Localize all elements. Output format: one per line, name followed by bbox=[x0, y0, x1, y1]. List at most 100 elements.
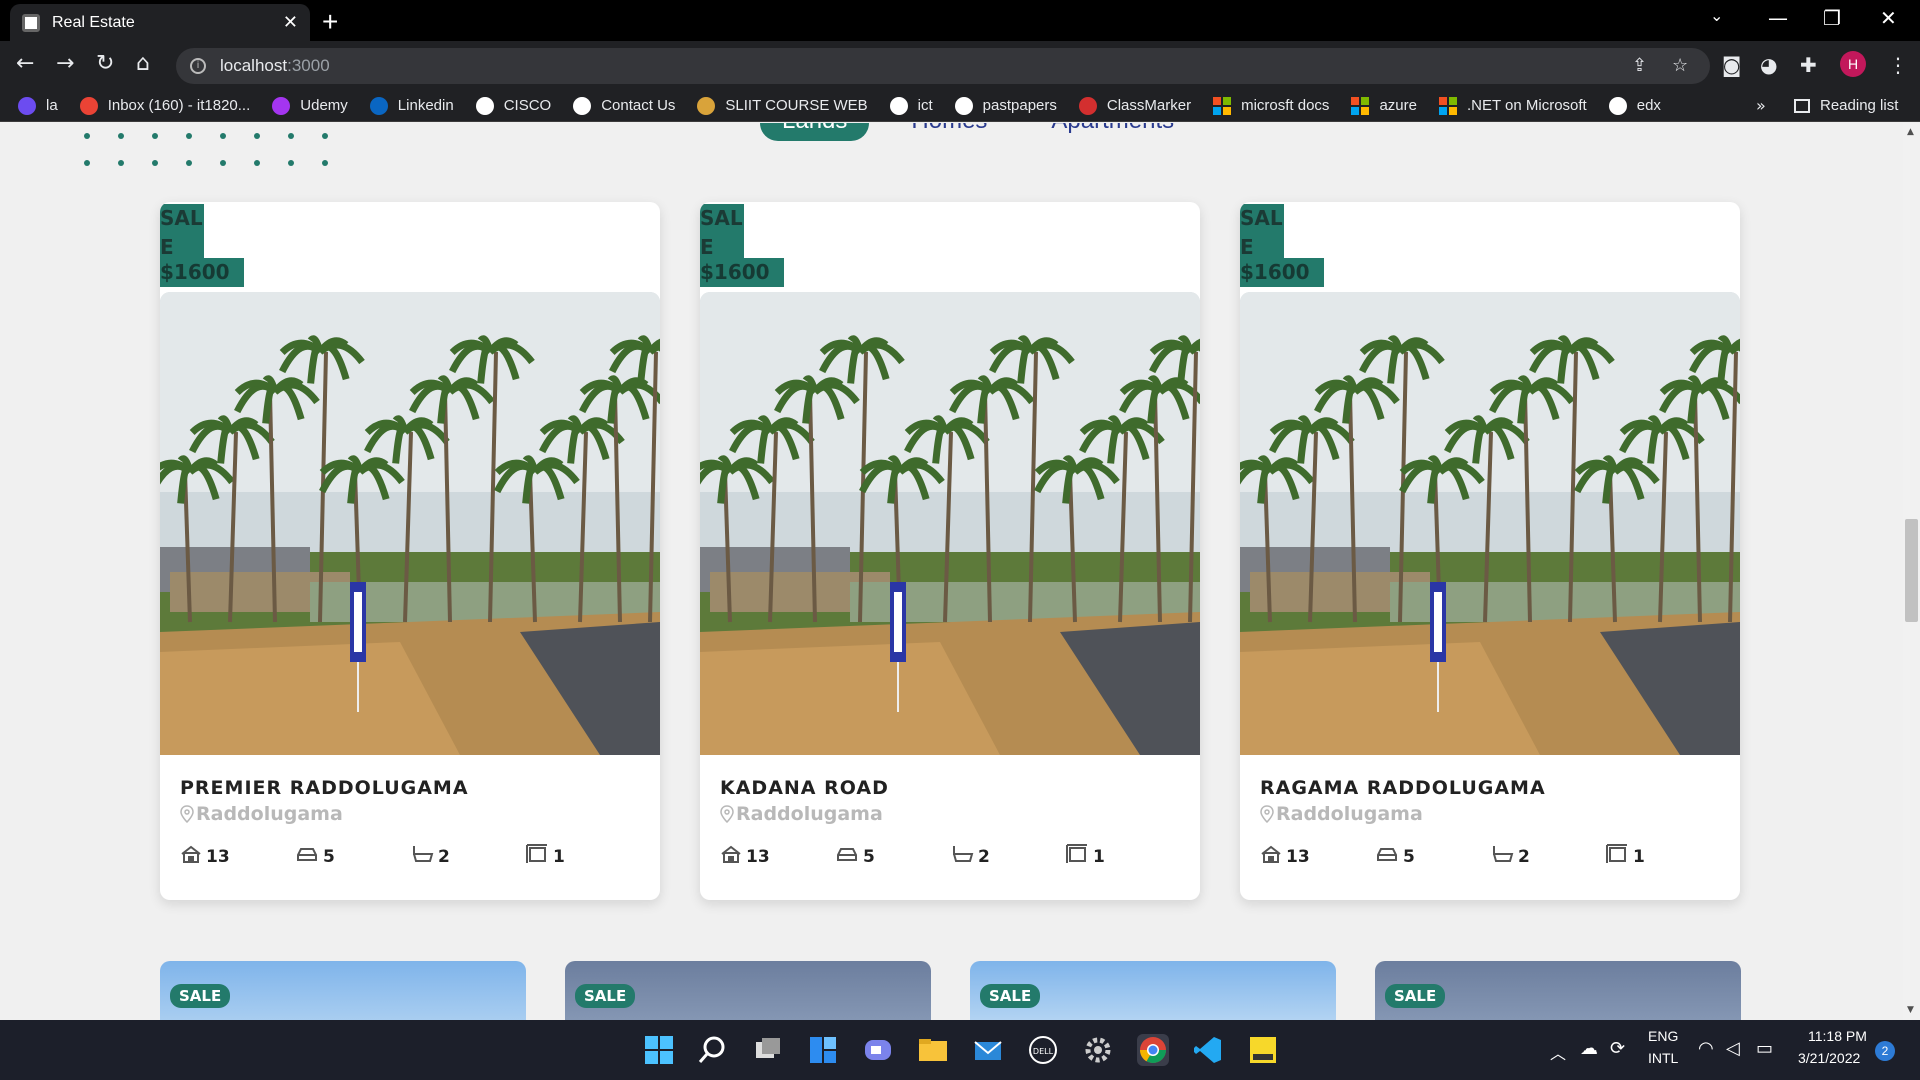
vscode-icon[interactable] bbox=[1192, 1034, 1224, 1066]
property-card-preview[interactable]: SALE bbox=[565, 961, 931, 1020]
decorative-dot bbox=[220, 160, 226, 166]
property-title[interactable]: PREMIER RADDOLUGAMA bbox=[180, 777, 640, 799]
tray-overflow-icon[interactable]: ︿ bbox=[1550, 1040, 1566, 1064]
task-view-icon[interactable] bbox=[752, 1034, 784, 1066]
decorative-dot bbox=[322, 133, 328, 139]
back-icon[interactable]: ← bbox=[16, 51, 34, 76]
close-tab-icon[interactable]: ✕ bbox=[283, 12, 298, 33]
camera-extension-icon[interactable]: ◙ bbox=[1722, 53, 1741, 77]
house-icon bbox=[720, 844, 746, 869]
property-card-preview[interactable]: SALE bbox=[970, 961, 1336, 1020]
chrome-icon[interactable] bbox=[1137, 1034, 1169, 1066]
scroll-up-icon[interactable]: ▲ bbox=[1907, 127, 1914, 137]
bookmark-item[interactable]: edx bbox=[1608, 96, 1661, 115]
area-count: 1 bbox=[1633, 846, 1645, 867]
bookmark-item[interactable]: Contact Us bbox=[573, 96, 676, 115]
scrollbar-thumb[interactable] bbox=[1905, 519, 1918, 622]
new-tab-button[interactable]: + bbox=[322, 6, 338, 38]
clock-date[interactable]: 3/21/2022 bbox=[1798, 1050, 1860, 1066]
close-window-icon[interactable]: ✕ bbox=[1880, 6, 1897, 30]
onedrive-icon[interactable]: ☁ bbox=[1580, 1038, 1598, 1059]
profile-avatar[interactable]: H bbox=[1840, 51, 1866, 77]
bookmark-item[interactable]: la bbox=[18, 96, 58, 115]
property-location: Raddolugama bbox=[1260, 803, 1720, 825]
property-info: PREMIER RADDOLUGAMA Raddolugama 13 5 2 1 bbox=[180, 767, 640, 870]
area-icon bbox=[1065, 843, 1093, 870]
bookmark-star-icon[interactable]: ☆ bbox=[1672, 55, 1688, 76]
bookmarks-overflow-button[interactable]: » bbox=[1756, 96, 1766, 115]
extensions-puzzle-icon[interactable]: ✚ bbox=[1800, 53, 1817, 77]
decorative-dot bbox=[186, 133, 192, 139]
ict-icon bbox=[889, 96, 908, 115]
share-icon[interactable]: ⇪ bbox=[1632, 55, 1647, 76]
bookmark-item[interactable]: ClassMarker bbox=[1078, 96, 1191, 115]
language-layout[interactable]: INTL bbox=[1648, 1050, 1678, 1066]
sale-badge: SALE bbox=[575, 984, 636, 1008]
home-icon[interactable]: ⌂ bbox=[136, 51, 150, 76]
filter-tab-lands[interactable]: Lands bbox=[760, 123, 870, 141]
file-explorer-icon[interactable] bbox=[917, 1034, 949, 1066]
clock-time[interactable]: 11:18 PM bbox=[1808, 1028, 1867, 1044]
site-info-icon[interactable]: i bbox=[190, 58, 206, 74]
address-bar[interactable]: i localhost:3000 ⇪ ☆ bbox=[176, 48, 1710, 84]
page-scrollbar[interactable]: ▲ ▼ bbox=[1903, 123, 1920, 1020]
property-title[interactable]: KADANA ROAD bbox=[720, 777, 1180, 799]
property-title[interactable]: RAGAMA RADDOLUGAMA bbox=[1260, 777, 1720, 799]
property-stats: 13 5 2 1 bbox=[1260, 843, 1720, 870]
teams-chat-icon[interactable] bbox=[862, 1034, 894, 1066]
sticky-notes-icon[interactable] bbox=[1247, 1034, 1279, 1066]
windows-taskbar: DELL ︿ ☁ ⟳ ENG INTL ◠ ◁ ▭ 11:18 PM 3/21/… bbox=[0, 1020, 1920, 1080]
bookmark-item[interactable]: pastpapers bbox=[954, 96, 1057, 115]
restore-icon[interactable]: ❐ bbox=[1823, 6, 1841, 30]
color-extension-icon[interactable]: ◕ bbox=[1760, 53, 1777, 77]
bookmark-item[interactable]: Udemy bbox=[272, 96, 348, 115]
bookmark-item[interactable]: Linkedin bbox=[369, 96, 454, 115]
bookmark-item[interactable]: .NET on Microsoft bbox=[1438, 96, 1587, 115]
reload-icon[interactable]: ↻ bbox=[96, 51, 114, 76]
bookmark-item[interactable]: SLIIT COURSE WEB bbox=[697, 96, 868, 115]
bookmark-label: Contact Us bbox=[601, 97, 676, 114]
wifi-icon[interactable]: ◠ bbox=[1698, 1038, 1714, 1059]
baths-count: 2 bbox=[438, 846, 450, 867]
property-photo[interactable] bbox=[700, 292, 1200, 755]
bookmark-item[interactable]: azure bbox=[1351, 96, 1417, 115]
search-icon[interactable] bbox=[697, 1034, 729, 1066]
mail-icon[interactable] bbox=[972, 1034, 1004, 1066]
sync-icon[interactable]: ⟳ bbox=[1610, 1038, 1625, 1059]
sale-price-tag: SALE $1600 bbox=[1240, 202, 1324, 288]
notification-badge[interactable]: 2 bbox=[1875, 1041, 1895, 1061]
browser-tab[interactable]: Real Estate ✕ bbox=[10, 4, 310, 41]
bookmark-item[interactable]: ict bbox=[889, 96, 933, 115]
filter-tab-apartments[interactable]: Apartments bbox=[1029, 123, 1196, 141]
scroll-down-icon[interactable]: ▼ bbox=[1907, 1005, 1914, 1015]
property-card[interactable]: SALE $1600 PREMIER RADDOLUGAMA Raddoluga… bbox=[160, 202, 660, 900]
stat-baths: 2 bbox=[950, 843, 1065, 870]
reading-list-button[interactable]: Reading list bbox=[1794, 97, 1898, 114]
settings-gear-icon[interactable] bbox=[1082, 1034, 1114, 1066]
start-icon[interactable] bbox=[643, 1034, 675, 1066]
forward-icon[interactable]: → bbox=[56, 51, 74, 76]
tab-search-icon[interactable]: ⌄ bbox=[1710, 6, 1723, 25]
area-count: 1 bbox=[553, 846, 565, 867]
property-card[interactable]: SALE $1600 KADANA ROAD Raddolugama 13 5 … bbox=[700, 202, 1200, 900]
sliit-icon bbox=[697, 96, 716, 115]
bookmark-item[interactable]: Inbox (160) - it1820... bbox=[79, 96, 250, 115]
property-photo[interactable] bbox=[1240, 292, 1740, 755]
volume-icon[interactable]: ◁ bbox=[1726, 1038, 1740, 1059]
bookmark-item[interactable]: microsft docs bbox=[1213, 96, 1329, 115]
bookmark-label: CISCO bbox=[503, 97, 552, 114]
property-photo[interactable] bbox=[160, 292, 660, 755]
battery-icon[interactable]: ▭ bbox=[1756, 1038, 1773, 1059]
menu-kebab-icon[interactable]: ⋮ bbox=[1888, 53, 1908, 77]
dell-icon[interactable]: DELL bbox=[1027, 1034, 1059, 1066]
minimize-icon[interactable]: — bbox=[1768, 6, 1788, 30]
property-card-preview[interactable]: SALE bbox=[1375, 961, 1741, 1020]
property-card[interactable]: SALE $1600 RAGAMA RADDOLUGAMA Raddolugam… bbox=[1240, 202, 1740, 900]
language-code[interactable]: ENG bbox=[1648, 1028, 1678, 1044]
sale-badge: SALE bbox=[160, 204, 204, 262]
widgets-icon[interactable] bbox=[807, 1034, 839, 1066]
property-card-preview[interactable]: SALE bbox=[160, 961, 526, 1020]
reading-list-icon bbox=[1794, 98, 1810, 113]
filter-tab-homes[interactable]: Homes bbox=[889, 123, 1009, 141]
bookmark-item[interactable]: CISCO bbox=[475, 96, 552, 115]
